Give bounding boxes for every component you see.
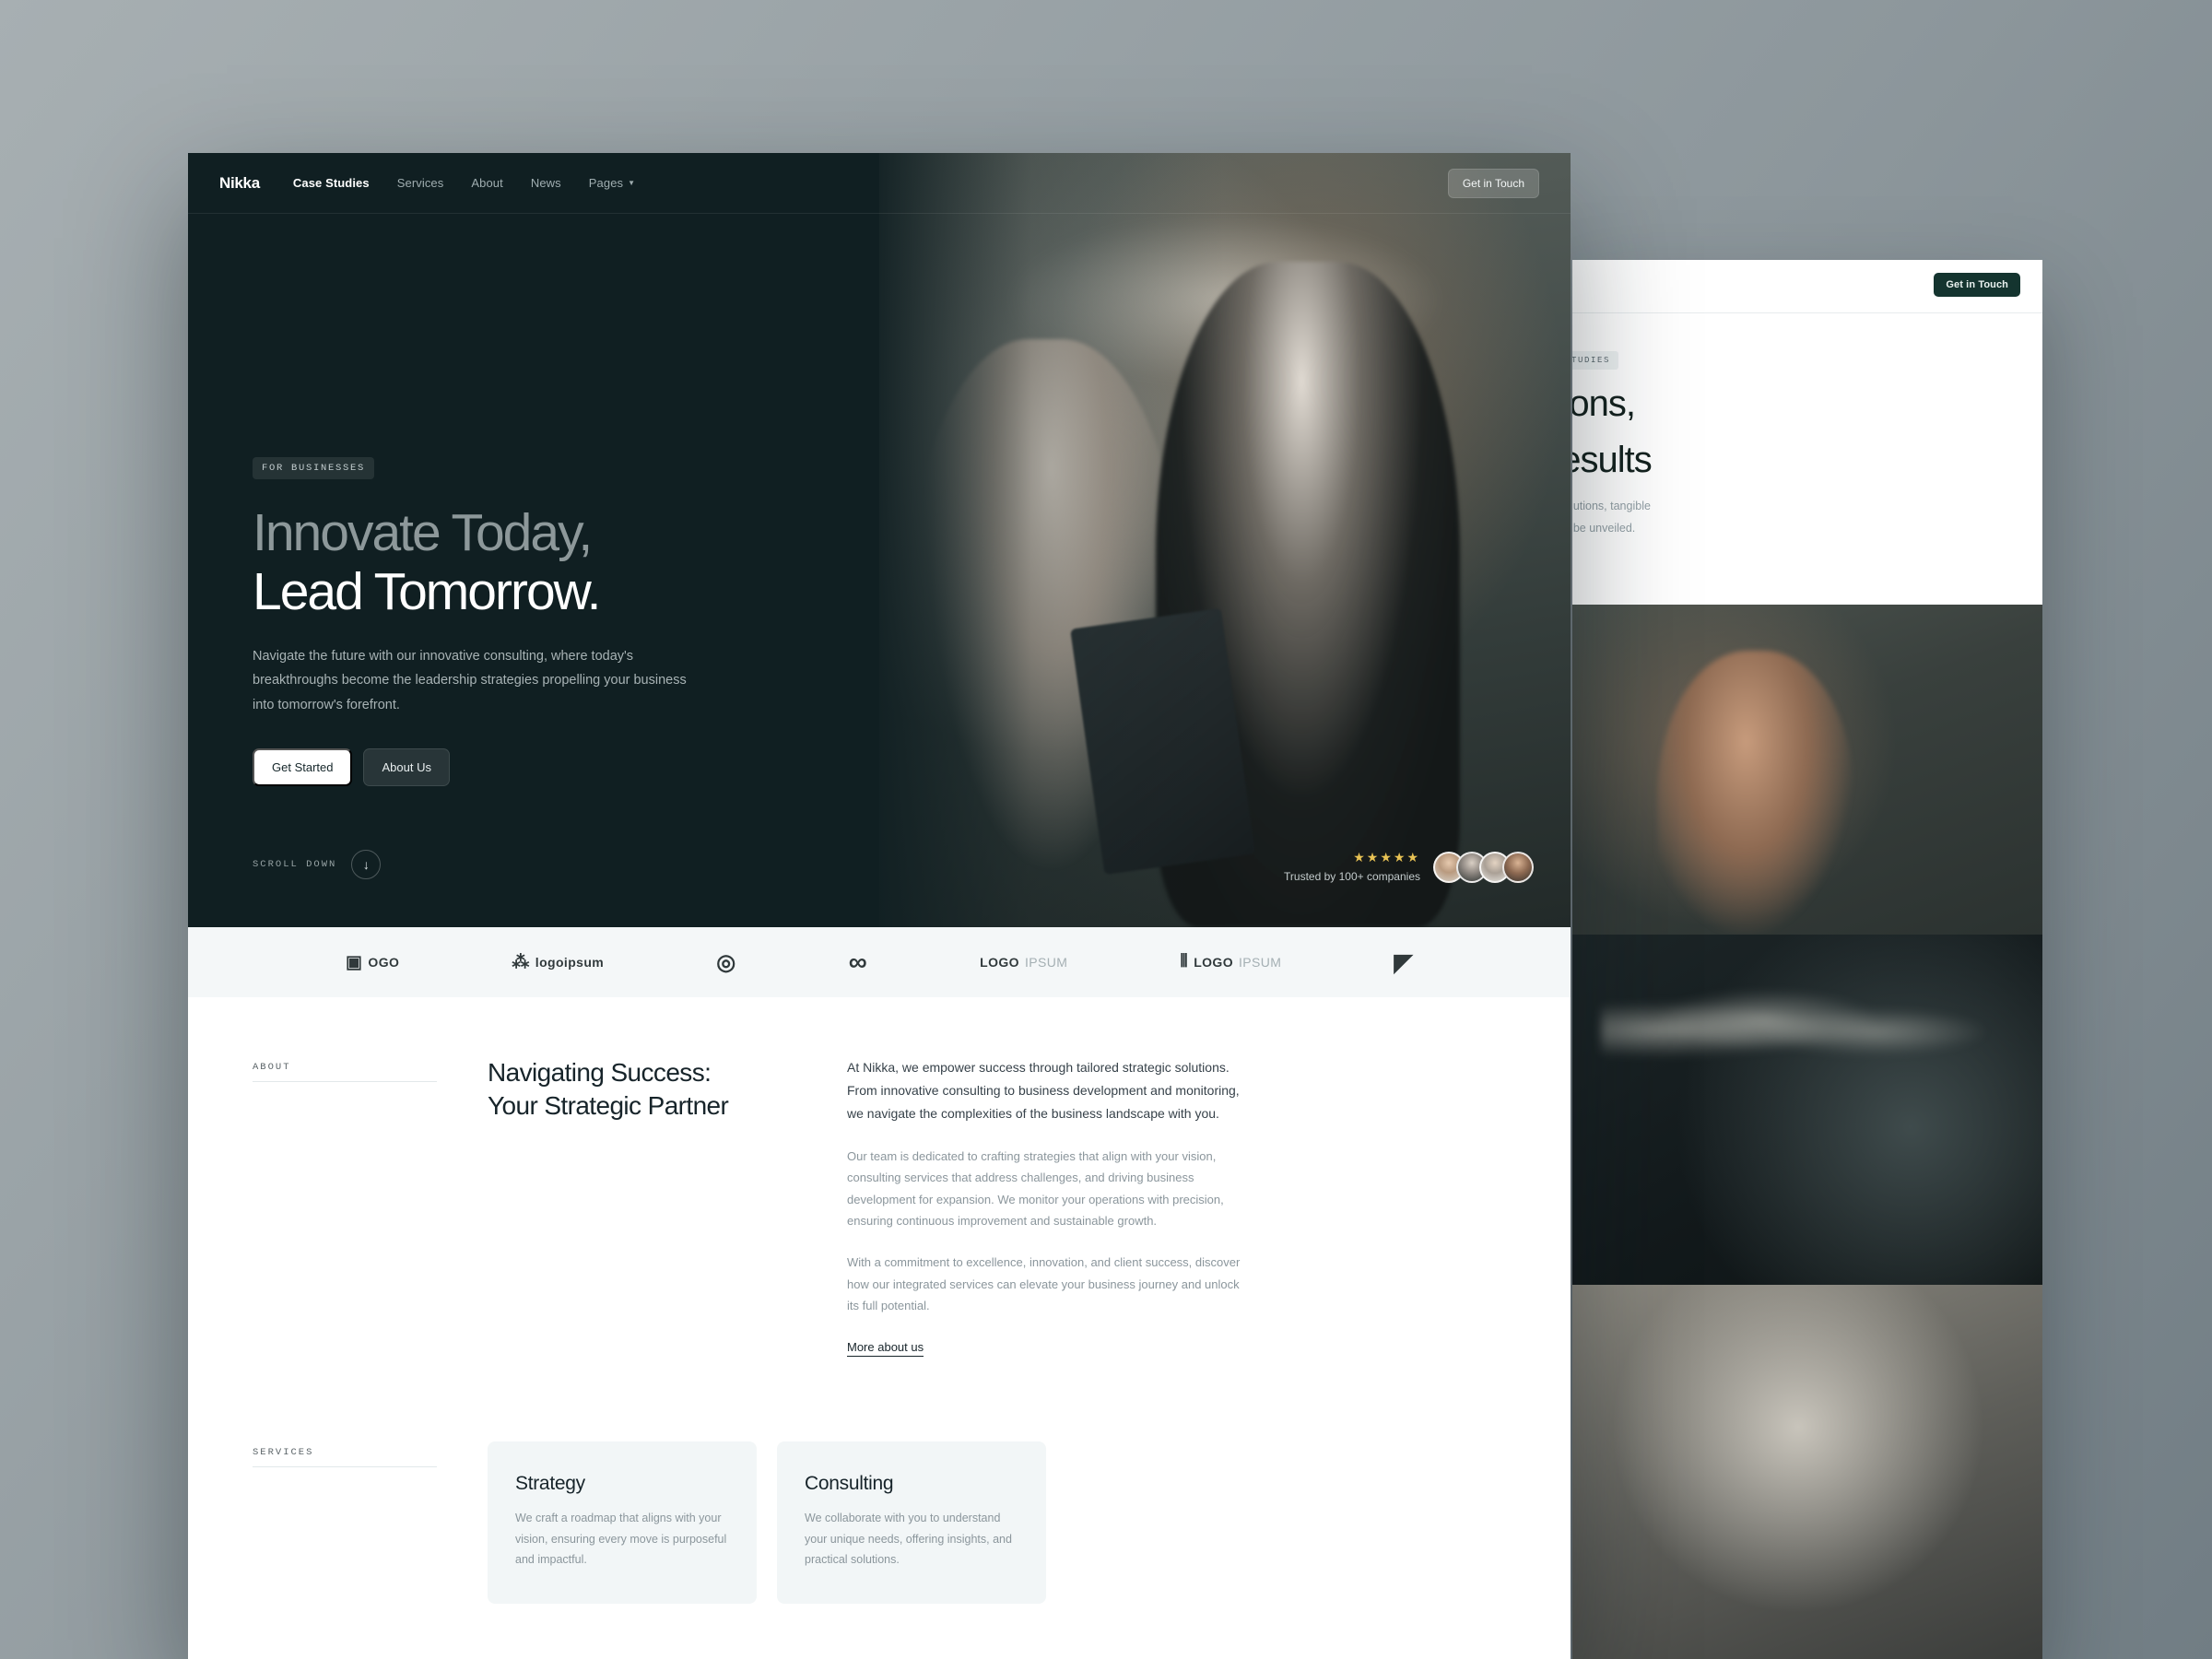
caret-down-icon: ▼ <box>628 179 636 187</box>
about-heading-column: Navigating Success: Your Strategic Partn… <box>488 1056 847 1357</box>
logo-mark-icon: ▣ <box>346 952 363 972</box>
background-heading-line-1: olutions, <box>1572 383 1636 424</box>
background-subtitle-line-2: ories waiting to be unveiled. <box>1572 521 1636 535</box>
client-logo-3: ◎ <box>716 949 735 976</box>
hero-heading: Innovate Today, Lead Tomorrow. <box>253 503 842 622</box>
service-card-strategy[interactable]: Strategy We craft a roadmap that aligns … <box>488 1441 757 1604</box>
about-divider <box>253 1081 437 1082</box>
services-label-column: SERVICES <box>253 1441 488 1604</box>
background-window-hero: CASE STUDIES olutions, e Results —real-w… <box>1572 313 2042 538</box>
hero-photo-overlay <box>879 153 1571 927</box>
client-logo-1: ▣ OGO <box>346 952 399 973</box>
hero-section: Nikka Case Studies Services About News P… <box>188 153 1571 927</box>
client-logo-6-text: LOGO <box>1194 955 1234 970</box>
nav-link-case-studies[interactable]: Case Studies <box>293 176 370 190</box>
client-logo-6: ⦀ LOGO IPSUM <box>1180 952 1281 972</box>
get-in-touch-button[interactable]: Get in Touch <box>1447 169 1539 198</box>
logo-mark-icon: ⁂ <box>512 952 530 972</box>
about-us-button[interactable]: About Us <box>363 747 450 786</box>
about-heading-line-2: Your Strategic Partner <box>488 1090 729 1120</box>
main-browser-window[interactable]: Nikka Case Studies Services About News P… <box>188 153 1571 1659</box>
client-logo-5: LOGO IPSUM <box>980 955 1067 970</box>
hero-subtitle: Navigate the future with our innovative … <box>253 648 687 712</box>
services-cards: Strategy We craft a roadmap that aligns … <box>488 1441 1046 1604</box>
service-card-title: Consulting <box>805 1473 894 1495</box>
hero-button-row: Get Started About Us <box>253 747 842 786</box>
client-logo-2: ⁂ logoipsum <box>512 952 604 973</box>
about-label-column: ABOUT <box>253 1056 488 1357</box>
hero-heading-line-2: Lead Tomorrow. <box>253 562 602 622</box>
scroll-down-indicator[interactable]: SCROLL DOWN ↓ <box>253 850 382 879</box>
background-portrait-photo <box>1572 605 2042 935</box>
logo-mark-icon: ◎ <box>716 949 736 975</box>
service-card-text: We craft a roadmap that aligns with your… <box>515 1512 727 1567</box>
star-rating-icon: ★★★★★ <box>1353 850 1420 865</box>
about-section-label: ABOUT <box>253 1062 291 1073</box>
about-paragraph-2: Our team is dedicated to crafting strate… <box>847 1148 1224 1228</box>
background-window-nav: Get in Touch <box>1572 260 2042 313</box>
client-logo-2-text: logoipsum <box>535 955 605 970</box>
logo-mark-icon: ∞ <box>848 947 868 976</box>
hero-tag-badge: FOR BUSINESSES <box>253 457 375 479</box>
get-started-button[interactable]: Get Started <box>253 747 353 786</box>
about-heading-line-1: Navigating Success: <box>488 1058 712 1087</box>
client-logo-7: ◤ <box>1394 948 1412 977</box>
nav-link-pages-label: Pages <box>588 176 624 190</box>
background-browser-window[interactable]: Get in Touch CASE STUDIES olutions, e Re… <box>1572 260 2042 1659</box>
logo-mark-icon: ⦀ <box>1180 952 1189 971</box>
client-logo-4: ∞ <box>849 947 867 977</box>
logo-mark-icon: ◤ <box>1394 947 1413 976</box>
about-section: ABOUT Navigating Success: Your Strategic… <box>188 997 1571 1358</box>
scroll-down-label: SCROLL DOWN <box>253 859 337 870</box>
nav-link-pages[interactable]: Pages ▼ <box>589 176 635 190</box>
nav-link-news[interactable]: News <box>531 176 561 190</box>
nav-links: Case Studies Services About News Pages ▼ <box>293 176 635 190</box>
client-logo-1-text: OGO <box>368 955 400 970</box>
services-divider <box>253 1466 437 1468</box>
hero-content: FOR BUSINESSES Innovate Today, Lead Tomo… <box>253 457 842 786</box>
nav-link-services[interactable]: Services <box>397 176 444 190</box>
arrow-down-icon[interactable]: ↓ <box>351 850 382 879</box>
services-section-label: SERVICES <box>253 1447 314 1459</box>
about-paragraph-1: At Nikka, we empower success through tai… <box>847 1060 1240 1121</box>
about-body-column: At Nikka, we empower success through tai… <box>847 1056 1253 1358</box>
services-section: SERVICES Strategy We craft a roadmap tha… <box>188 1357 1571 1604</box>
about-paragraph-3: With a commitment to excellence, innovat… <box>847 1255 1241 1313</box>
background-person-photo <box>1572 1285 2042 1659</box>
more-about-us-link[interactable]: More about us <box>847 1340 924 1358</box>
avatar-group <box>1433 851 1534 883</box>
nav-link-about[interactable]: About <box>471 176 502 190</box>
client-logo-5-light: IPSUM <box>1024 955 1068 970</box>
background-heading-line-2: e Results <box>1572 440 1653 481</box>
background-case-studies-badge: CASE STUDIES <box>1572 351 1619 370</box>
hero-heading-line-1: Innovate Today, <box>253 503 593 562</box>
service-card-consulting[interactable]: Consulting We collaborate with you to un… <box>777 1441 1046 1604</box>
client-logo-5-text: LOGO <box>980 955 1019 970</box>
client-logo-6-light: IPSUM <box>1239 955 1282 970</box>
trust-text: ★★★★★ Trusted by 100+ companies <box>1284 851 1420 883</box>
client-logo-strip: ▣ OGO ⁂ logoipsum ◎ ∞ LOGO IPSUM ⦀ LOGO IPSUM… <box>188 927 1571 997</box>
brand-logo[interactable]: Nikka <box>219 174 260 193</box>
main-navbar: Nikka Case Studies Services About News P… <box>188 153 1571 214</box>
background-subtitle-line-1: —real-world solutions, tangible <box>1572 500 1651 513</box>
background-meeting-photo <box>1572 935 2042 1285</box>
background-get-in-touch-button[interactable]: Get in Touch <box>1934 273 2020 297</box>
avatar <box>1502 851 1534 883</box>
about-heading: Navigating Success: Your Strategic Partn… <box>488 1056 810 1123</box>
service-card-text: We collaborate with you to understand yo… <box>805 1512 1012 1567</box>
service-card-title: Strategy <box>515 1473 585 1495</box>
trust-label: Trusted by 100+ companies <box>1284 870 1420 883</box>
trust-badge: ★★★★★ Trusted by 100+ companies <box>1284 851 1534 883</box>
